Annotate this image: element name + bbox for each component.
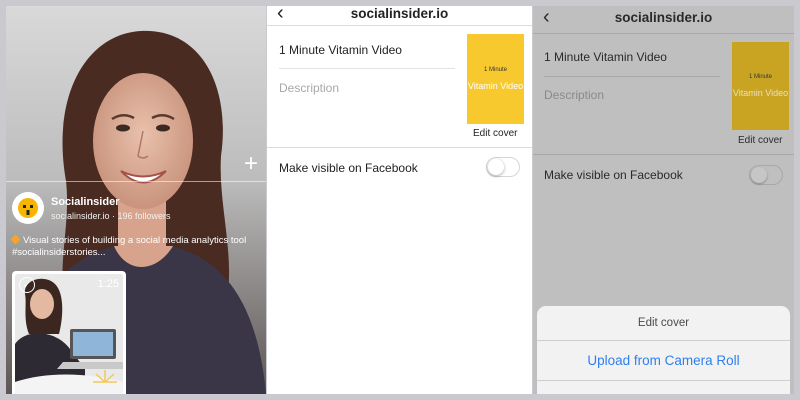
description-input[interactable]: Description (279, 81, 339, 95)
cover-large-text: Vitamin Video (467, 81, 524, 91)
edit-cover-sheet-panel: ‹ socialinsider.io 1 Minute Vitamin Vide… (533, 6, 794, 394)
facebook-visibility-toggle[interactable] (749, 165, 783, 185)
divider-line (6, 181, 266, 182)
edit-cover-link[interactable]: Edit cover (473, 128, 517, 139)
page-title: socialinsider.io (614, 10, 713, 25)
description-input[interactable]: Description (544, 88, 604, 102)
socialinsider-logo-icon (18, 198, 38, 218)
cover-small-text: 1 Minute (483, 67, 507, 73)
facebook-visibility-label: Make visible on Facebook (279, 161, 418, 175)
action-sheet-title: Edit cover (537, 306, 790, 341)
story-description: Visual stories of building a social medi… (10, 234, 262, 259)
toggle-knob (488, 159, 504, 175)
check-circle-icon[interactable]: ✓ (19, 277, 35, 293)
thumbnail-image-frame: ✓ 1:25 (15, 274, 123, 394)
account-name[interactable]: Socialinsider (51, 196, 171, 208)
edit-cover-action-sheet: Edit cover Upload from Camera Roll (537, 306, 790, 394)
toggle-knob (751, 167, 767, 183)
upload-from-camera-roll-button[interactable]: Upload from Camera Roll (537, 341, 790, 381)
cover-small-text: 1 Minute (748, 74, 772, 80)
edit-cover-link[interactable]: Edit cover (738, 135, 782, 146)
cover-thumbnail[interactable]: 1 Minute Vitamin Video (467, 34, 524, 124)
section-divider (533, 154, 794, 155)
cover-thumbnail[interactable]: 1 Minute Vitamin Video (732, 42, 789, 130)
video-title-input[interactable]: 1 Minute Vitamin Video (544, 50, 667, 64)
story-description-text: Visual stories of building a social medi… (12, 235, 247, 258)
header-bar: ‹ socialinsider.io (533, 6, 794, 34)
video-thumbnail[interactable]: ✓ 1:25 (12, 271, 126, 394)
edit-video-panel: ‹ socialinsider.io 1 Minute Vitamin Vide… (267, 6, 532, 394)
avatar[interactable] (12, 192, 44, 224)
story-preview-panel: + Socialinsider socialinsider.io · 196 f… (6, 6, 266, 394)
account-meta: socialinsider.io · 196 followers (51, 210, 171, 221)
diamond-icon (10, 234, 21, 245)
section-divider (267, 147, 532, 148)
account-header[interactable]: Socialinsider socialinsider.io · 196 fol… (12, 192, 171, 224)
video-duration: 1:25 (97, 278, 119, 290)
title-underline (544, 76, 720, 77)
video-title-input[interactable]: 1 Minute Vitamin Video (279, 43, 402, 57)
thumbnail-image (15, 274, 123, 394)
facebook-visibility-label: Make visible on Facebook (544, 168, 683, 182)
title-underline (279, 68, 455, 69)
header-bar: ‹ socialinsider.io (267, 6, 532, 26)
page-title: socialinsider.io (350, 6, 449, 21)
plus-icon[interactable]: + (244, 152, 258, 176)
cover-large-text: Vitamin Video (732, 88, 789, 98)
facebook-visibility-toggle[interactable] (486, 157, 520, 177)
